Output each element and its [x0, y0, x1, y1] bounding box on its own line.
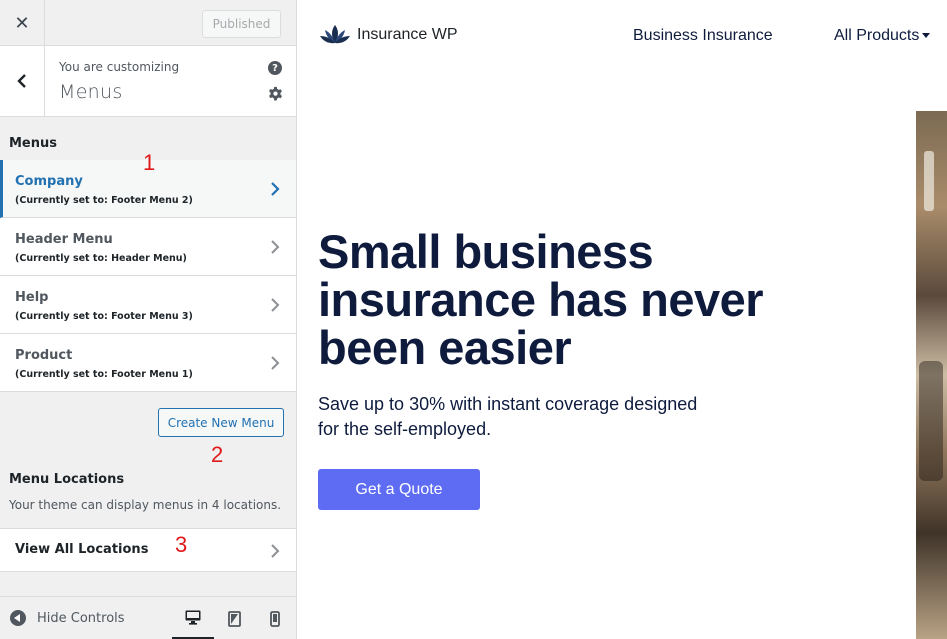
- close-customizer-button[interactable]: ✕: [0, 0, 45, 46]
- site-title: Insurance WP: [357, 26, 458, 43]
- site-preview: Insurance WP Business Insurance All Prod…: [297, 0, 947, 639]
- hide-controls-label: Hide Controls: [37, 610, 125, 626]
- site-logo[interactable]: Insurance WP: [319, 23, 457, 47]
- preview-mobile-button[interactable]: [254, 597, 296, 639]
- menu-item-status: (Currently set to: Footer Menu 2): [15, 195, 193, 206]
- section-header: You are customizing Menus ?: [0, 46, 296, 117]
- back-button[interactable]: [0, 46, 45, 116]
- annotation-1: 1: [143, 150, 156, 175]
- desktop-icon: [185, 610, 201, 625]
- chevron-left-icon: [17, 74, 26, 88]
- customizer-sidebar: ✕ Published You are customizing Menus ? …: [0, 0, 297, 639]
- menu-item-product[interactable]: Product (Currently set to: Footer Menu 1…: [0, 334, 296, 392]
- menu-item-name: Help: [15, 290, 49, 305]
- hide-controls-button[interactable]: Hide Controls: [10, 610, 125, 626]
- gear-icon[interactable]: [267, 86, 284, 103]
- collapse-icon: [10, 610, 26, 626]
- section-title: Menus: [59, 81, 123, 103]
- menus-heading: Menus: [9, 136, 58, 151]
- menu-item-status: (Currently set to: Footer Menu 1): [15, 369, 193, 380]
- chevron-right-icon: [271, 182, 280, 196]
- chevron-right-icon: [271, 240, 280, 254]
- hero-title: Small business insurance has never been …: [318, 225, 764, 374]
- published-button[interactable]: Published: [202, 10, 281, 38]
- menu-locations-description: Your theme can display menus in 4 locati…: [9, 498, 282, 512]
- customizer-topbar: ✕ Published: [0, 0, 296, 46]
- nav-business-insurance[interactable]: Business Insurance: [633, 27, 773, 45]
- customizer-footer: Hide Controls: [0, 596, 296, 639]
- tablet-icon: [227, 610, 241, 627]
- chevron-right-icon: [271, 544, 280, 558]
- annotation-3: 3: [175, 532, 188, 557]
- help-icon[interactable]: ?: [268, 61, 282, 75]
- view-all-locations-label: View All Locations: [15, 542, 149, 557]
- menu-item-name: Company: [15, 174, 83, 189]
- menu-locations-heading: Menu Locations: [9, 472, 125, 487]
- nav-all-products-label: All Products: [834, 27, 920, 44]
- annotation-2: 2: [211, 442, 224, 467]
- preview-tablet-button[interactable]: [213, 597, 255, 639]
- chevron-right-icon: [271, 298, 280, 312]
- view-all-locations-item[interactable]: View All Locations: [0, 528, 296, 572]
- menu-item-header-menu[interactable]: Header Menu (Currently set to: Header Me…: [0, 218, 296, 276]
- menu-item-status: (Currently set to: Header Menu): [15, 253, 187, 264]
- mobile-icon: [270, 610, 280, 627]
- lotus-logo-icon: [320, 25, 350, 44]
- close-icon: ✕: [14, 12, 30, 34]
- caret-down-icon: [922, 33, 931, 39]
- menu-item-help[interactable]: Help (Currently set to: Footer Menu 3): [0, 276, 296, 334]
- get-a-quote-button[interactable]: Get a Quote: [318, 469, 480, 510]
- menu-item-status: (Currently set to: Footer Menu 3): [15, 311, 193, 322]
- preview-desktop-button[interactable]: [172, 597, 214, 639]
- hero-subtitle: Save up to 30% with instant coverage des…: [318, 394, 698, 439]
- menu-item-name: Product: [15, 348, 73, 363]
- nav-all-products[interactable]: All Products: [834, 27, 931, 45]
- create-new-menu-button[interactable]: Create New Menu: [158, 408, 284, 437]
- menu-item-name: Header Menu: [15, 232, 113, 247]
- customizing-label: You are customizing: [59, 60, 180, 74]
- chevron-right-icon: [271, 356, 280, 370]
- hero-image: [916, 111, 947, 639]
